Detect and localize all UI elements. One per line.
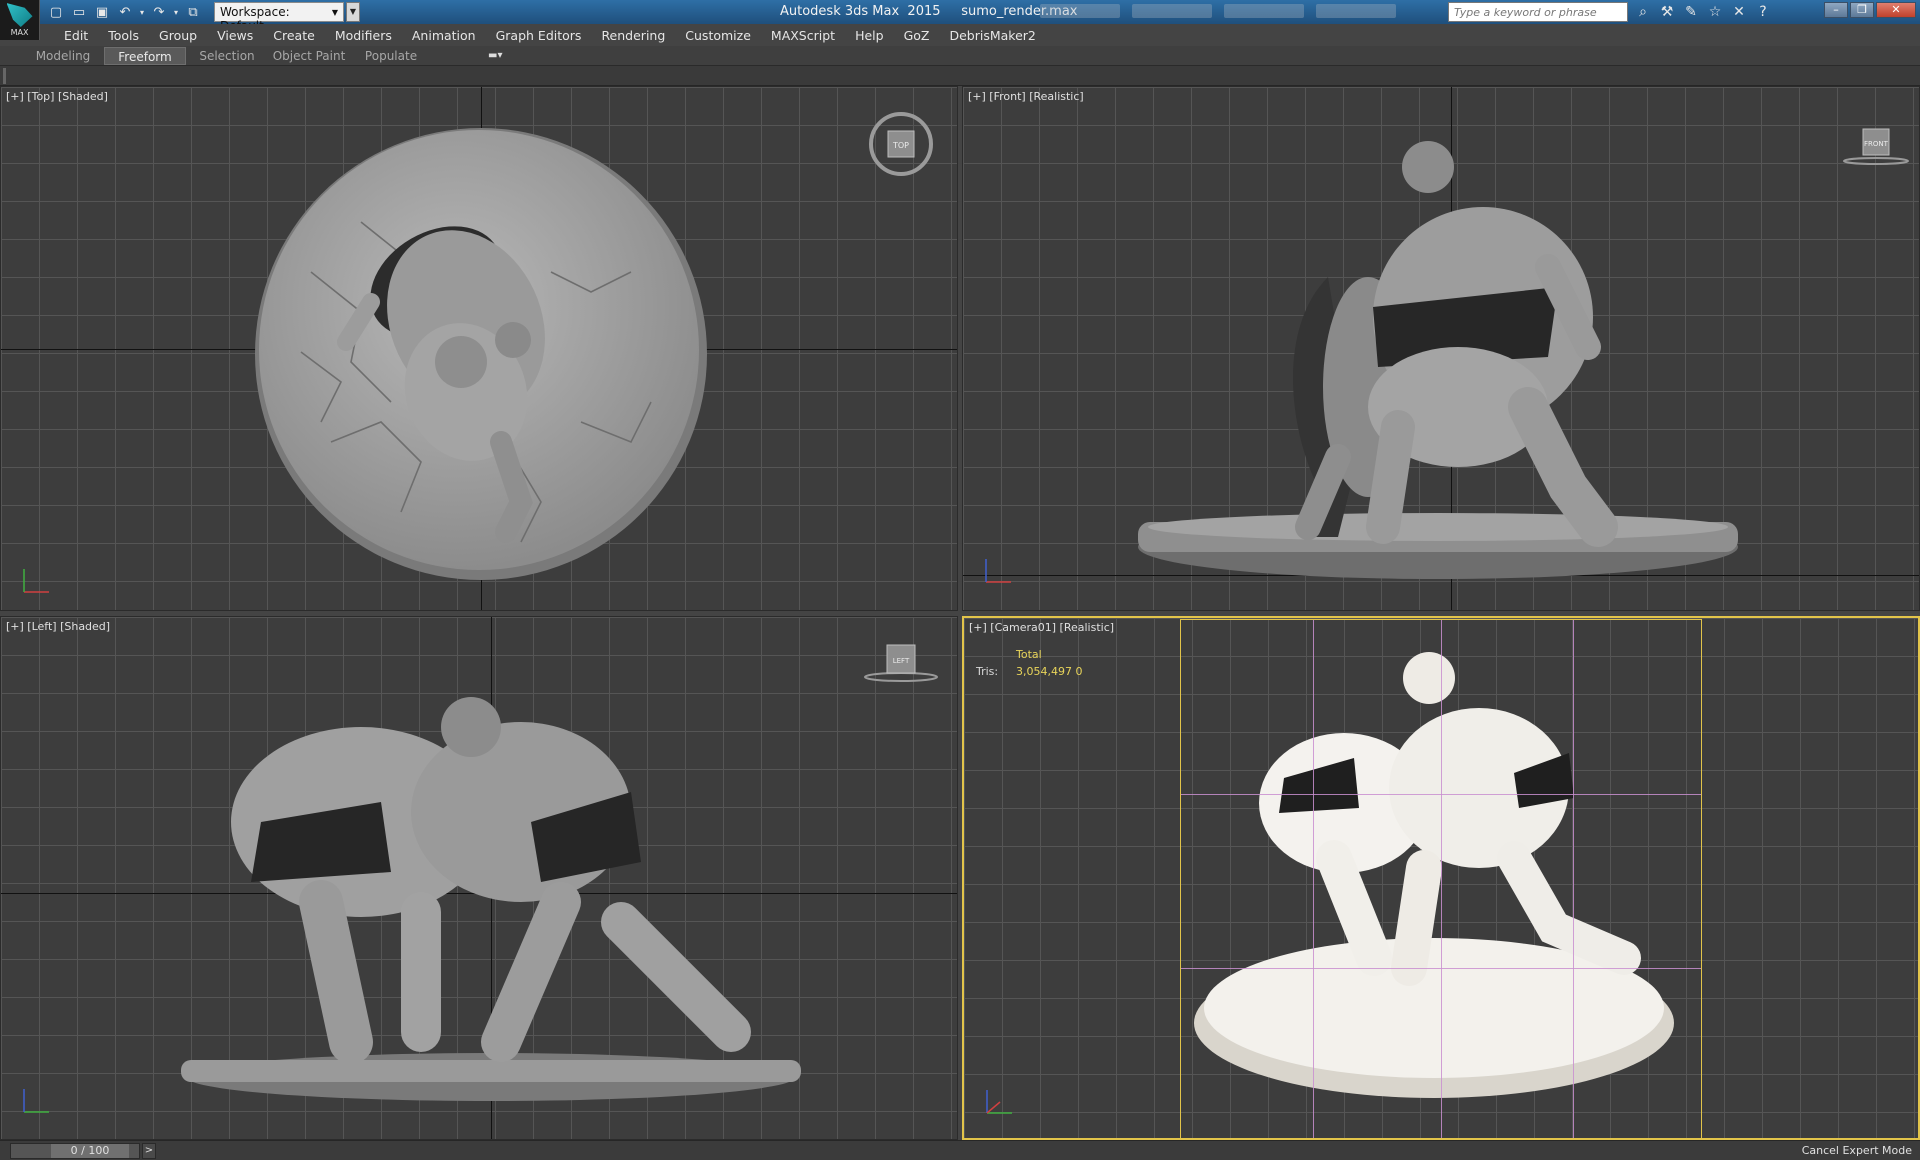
- open-file-icon[interactable]: ▭: [69, 2, 89, 22]
- sumo-model-top-view: [255, 128, 707, 580]
- favorites-star-icon[interactable]: ☆: [1706, 3, 1724, 21]
- search-input[interactable]: Type a keyword or phrase: [1448, 2, 1628, 22]
- statistics-overlay: Total Tris: 3,054,497 0: [976, 648, 1082, 678]
- menu-goz[interactable]: GoZ: [894, 27, 940, 45]
- sumo-model-front-view: [1138, 141, 1738, 579]
- communication-icon[interactable]: ✎: [1682, 3, 1700, 21]
- viewport-camera[interactable]: [+] [Camera01] [Realistic] Total Tris: 3…: [962, 616, 1920, 1140]
- help-icon[interactable]: ?: [1754, 3, 1772, 21]
- menu-animation[interactable]: Animation: [402, 27, 486, 45]
- tab-modeling[interactable]: Modeling: [22, 47, 104, 65]
- safe-frame: [1180, 619, 1702, 1138]
- axis-tripod-icon: [23, 569, 49, 593]
- viewport-label[interactable]: [+] [Top] [Shaded]: [6, 90, 108, 103]
- menu-graph-editors[interactable]: Graph Editors: [486, 27, 592, 45]
- title-bar: MAX ▢ ▭ ▣ ↶ ▾ ↷ ▾ ⧉ Workspace: Default ▼…: [0, 0, 1920, 40]
- restore-button[interactable]: ❐: [1850, 2, 1874, 18]
- rule-of-thirds-line: [1181, 968, 1701, 969]
- menu-tools[interactable]: Tools: [98, 27, 149, 45]
- window-controls: – ❐ ✕: [1824, 2, 1916, 18]
- project-folder-icon[interactable]: ⧉: [183, 2, 203, 22]
- save-icon[interactable]: ▣: [92, 2, 112, 22]
- application-menu-button[interactable]: MAX: [0, 0, 40, 40]
- subscription-icon[interactable]: ⚒: [1658, 3, 1676, 21]
- menu-edit[interactable]: Edit: [54, 27, 98, 45]
- ribbon-minimize-toggle-icon[interactable]: ▬▾: [488, 50, 502, 61]
- taskbar-tab: [1316, 4, 1396, 18]
- chevron-down-icon: ▼: [331, 8, 338, 17]
- viewport-front[interactable]: [+] [Front] [Realistic] FRONT: [962, 86, 1920, 611]
- stats-tris-label: Tris:: [976, 665, 999, 678]
- viewcube-face-label: TOP: [892, 141, 909, 150]
- rule-of-thirds-line: [1181, 794, 1701, 795]
- undo-dropdown-icon[interactable]: ▾: [138, 2, 146, 22]
- menu-rendering[interactable]: Rendering: [591, 27, 675, 45]
- viewport-top[interactable]: [+] [Top] [Shaded] TOP: [0, 86, 958, 611]
- stats-header: Total: [1016, 648, 1042, 661]
- status-bar: 0 / 100 > Cancel Expert Mode: [0, 1140, 1920, 1160]
- sumo-model-left-view: [181, 697, 801, 1101]
- background-taskbar-tabs: [1040, 4, 1396, 18]
- toolbar-overflow-button[interactable]: ▼: [346, 2, 360, 22]
- menu-debrismaker2[interactable]: DebrisMaker2: [939, 27, 1045, 45]
- rule-of-thirds-line: [1441, 620, 1442, 1138]
- binoculars-icon[interactable]: ⌕: [1634, 3, 1652, 21]
- viewport-label[interactable]: [+] [Camera01] [Realistic]: [969, 621, 1114, 634]
- axis-tripod-icon: [23, 1089, 49, 1113]
- redo-icon[interactable]: ↷: [149, 2, 169, 22]
- exchange-icon[interactable]: ✕: [1730, 3, 1748, 21]
- logo-text: MAX: [10, 28, 29, 37]
- menu-help[interactable]: Help: [845, 27, 894, 45]
- workspace-dropdown[interactable]: Workspace: Default ▼: [214, 2, 344, 33]
- workspace-label: Workspace: Default: [220, 5, 290, 33]
- viewcube-face-label: FRONT: [1864, 140, 1889, 148]
- window-title: Autodesk 3ds Max 2015 sumo_render.max: [780, 4, 1078, 19]
- taskbar-tab: [1040, 4, 1120, 18]
- viewcube-face-label: LEFT: [893, 657, 910, 665]
- menu-customize[interactable]: Customize: [675, 27, 761, 45]
- axis-tripod-icon: [986, 1090, 1012, 1114]
- menu-create[interactable]: Create: [263, 27, 325, 45]
- viewport-label[interactable]: [+] [Front] [Realistic]: [968, 90, 1084, 103]
- taskbar-tab: [1132, 4, 1212, 18]
- time-slider-next-button[interactable]: >: [142, 1143, 156, 1159]
- ribbon-tab-bar: Modeling Freeform Selection Object Paint…: [0, 46, 1920, 66]
- tab-selection[interactable]: Selection: [186, 47, 268, 65]
- tab-populate[interactable]: Populate: [350, 47, 432, 65]
- redo-dropdown-icon[interactable]: ▾: [172, 2, 180, 22]
- time-slider[interactable]: 0 / 100: [10, 1143, 140, 1159]
- viewcube-front[interactable]: FRONT: [1841, 123, 1911, 173]
- new-file-icon[interactable]: ▢: [46, 2, 66, 22]
- viewport-label[interactable]: [+] [Left] [Shaded]: [6, 620, 110, 633]
- tab-object-paint[interactable]: Object Paint: [268, 47, 350, 65]
- quick-access-toolbar: ▢ ▭ ▣ ↶ ▾ ↷ ▾ ⧉: [46, 2, 203, 22]
- menu-bar: Edit Tools Group Views Create Modifiers …: [0, 24, 1920, 46]
- ribbon-grip[interactable]: [3, 68, 6, 84]
- undo-icon[interactable]: ↶: [115, 2, 135, 22]
- menu-views[interactable]: Views: [207, 27, 263, 45]
- menu-maxscript[interactable]: MAXScript: [761, 27, 845, 45]
- ribbon-panel-strip: [0, 66, 1920, 86]
- menu-modifiers[interactable]: Modifiers: [325, 27, 402, 45]
- viewport-left[interactable]: [+] [Left] [Shaded] LEFT: [0, 616, 958, 1140]
- max-logo-icon: [6, 3, 33, 27]
- time-slider-thumb[interactable]: 0 / 100: [51, 1144, 129, 1158]
- taskbar-tab: [1224, 4, 1304, 18]
- viewcube-left[interactable]: LEFT: [861, 639, 941, 689]
- stats-tris-value: 3,054,497 0: [1016, 665, 1083, 678]
- menu-group[interactable]: Group: [149, 27, 207, 45]
- app-title: Autodesk 3ds Max 2015: [780, 4, 941, 19]
- viewcube-top[interactable]: TOP: [866, 109, 936, 179]
- axis-tripod-icon: [985, 559, 1011, 583]
- rule-of-thirds-line: [1313, 620, 1314, 1138]
- cancel-expert-mode-button[interactable]: Cancel Expert Mode: [1802, 1144, 1912, 1157]
- infocenter-toolbar: ⌕ ⚒ ✎ ☆ ✕ ?: [1634, 3, 1772, 21]
- rule-of-thirds-line: [1573, 620, 1574, 1138]
- minimize-button[interactable]: –: [1824, 2, 1848, 18]
- close-button[interactable]: ✕: [1876, 2, 1916, 18]
- tab-freeform[interactable]: Freeform: [104, 47, 186, 65]
